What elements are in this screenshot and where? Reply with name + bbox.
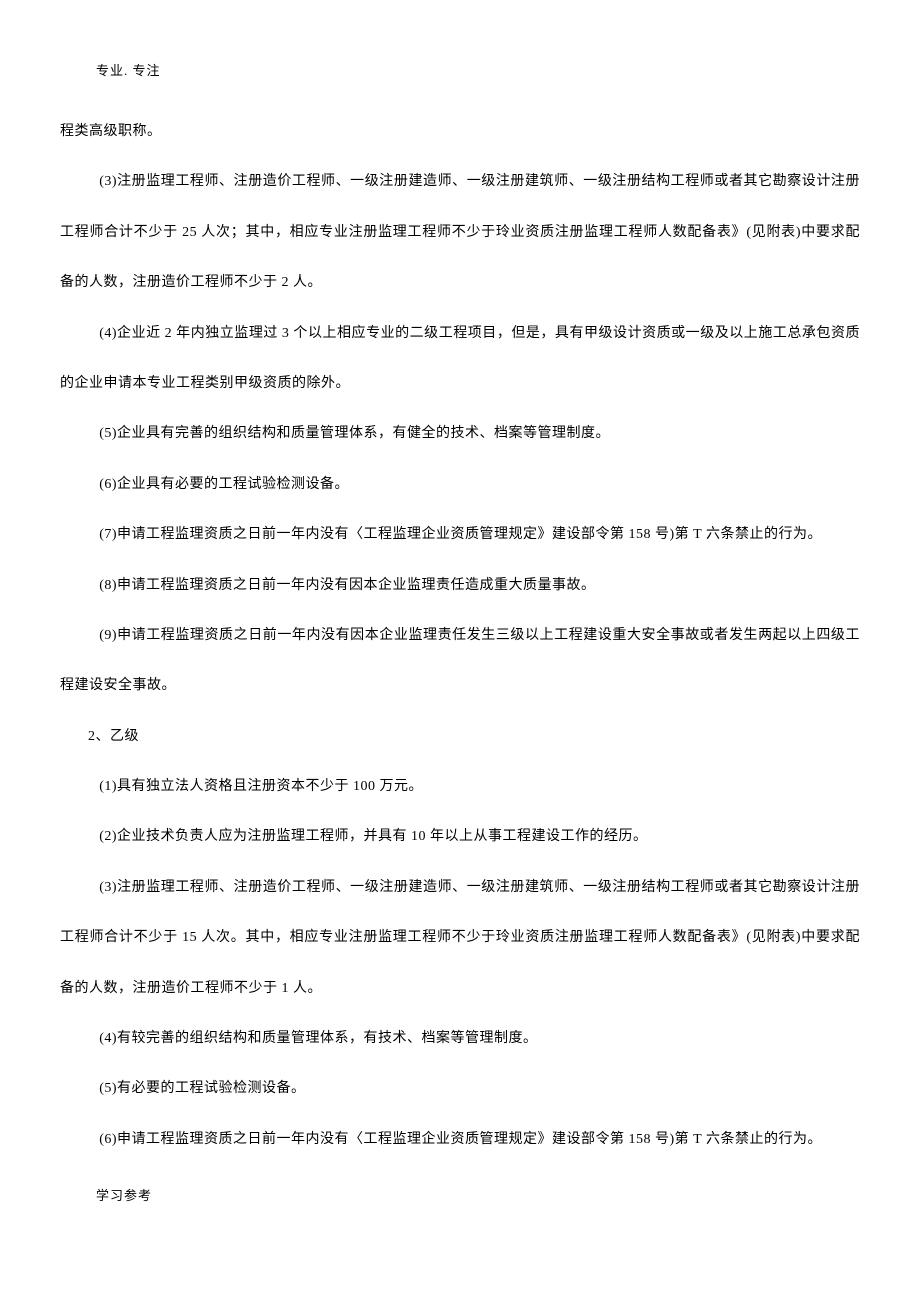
- page-footer: 学习参考: [96, 1185, 860, 1204]
- body-paragraph: (4)有较完善的组织结构和质量管理体系，有技术、档案等管理制度。: [60, 1014, 860, 1064]
- body-paragraph: (9)申请工程监理资质之日前一年内没有因本企业监理责任发生三级以上工程建设重大安…: [60, 611, 860, 712]
- body-paragraph: (3)注册监理工程师、注册造价工程师、一级注册建造师、一级注册建筑师、一级注册结…: [60, 157, 860, 308]
- body-paragraph: (1)具有独立法人资格且注册资本不少于 100 万元。: [60, 762, 860, 812]
- body-paragraph: (5)有必要的工程试验检测设备。: [60, 1064, 860, 1114]
- body-paragraph: (3)注册监理工程师、注册造价工程师、一级注册建造师、一级注册建筑师、一级注册结…: [60, 863, 860, 1014]
- body-paragraph: (7)申请工程监理资质之日前一年内没有〈工程监理企业资质管理规定》建设部令第 1…: [60, 510, 860, 560]
- body-paragraph: (4)企业近 2 年内独立监理过 3 个以上相应专业的二级工程项目，但是，具有甲…: [60, 309, 860, 410]
- body-paragraph: (5)企业具有完善的组织结构和质量管理体系，有健全的技术、档案等管理制度。: [60, 409, 860, 459]
- body-paragraph: (6)申请工程监理资质之日前一年内没有〈工程监理企业资质管理规定》建设部令第 1…: [60, 1115, 860, 1165]
- body-paragraph: 程类高级职称。: [60, 107, 860, 157]
- section-heading: 2、乙级: [60, 712, 860, 762]
- body-paragraph: (2)企业技术负责人应为注册监理工程师，并具有 10 年以上从事工程建设工作的经…: [60, 812, 860, 862]
- body-paragraph: (6)企业具有必要的工程试验检测设备。: [60, 460, 860, 510]
- body-paragraph: (8)申请工程监理资质之日前一年内没有因本企业监理责任造成重大质量事故。: [60, 561, 860, 611]
- page-header: 专业. 专注: [96, 60, 860, 79]
- document-page: 专业. 专注 程类高级职称。 (3)注册监理工程师、注册造价工程师、一级注册建造…: [0, 0, 920, 1244]
